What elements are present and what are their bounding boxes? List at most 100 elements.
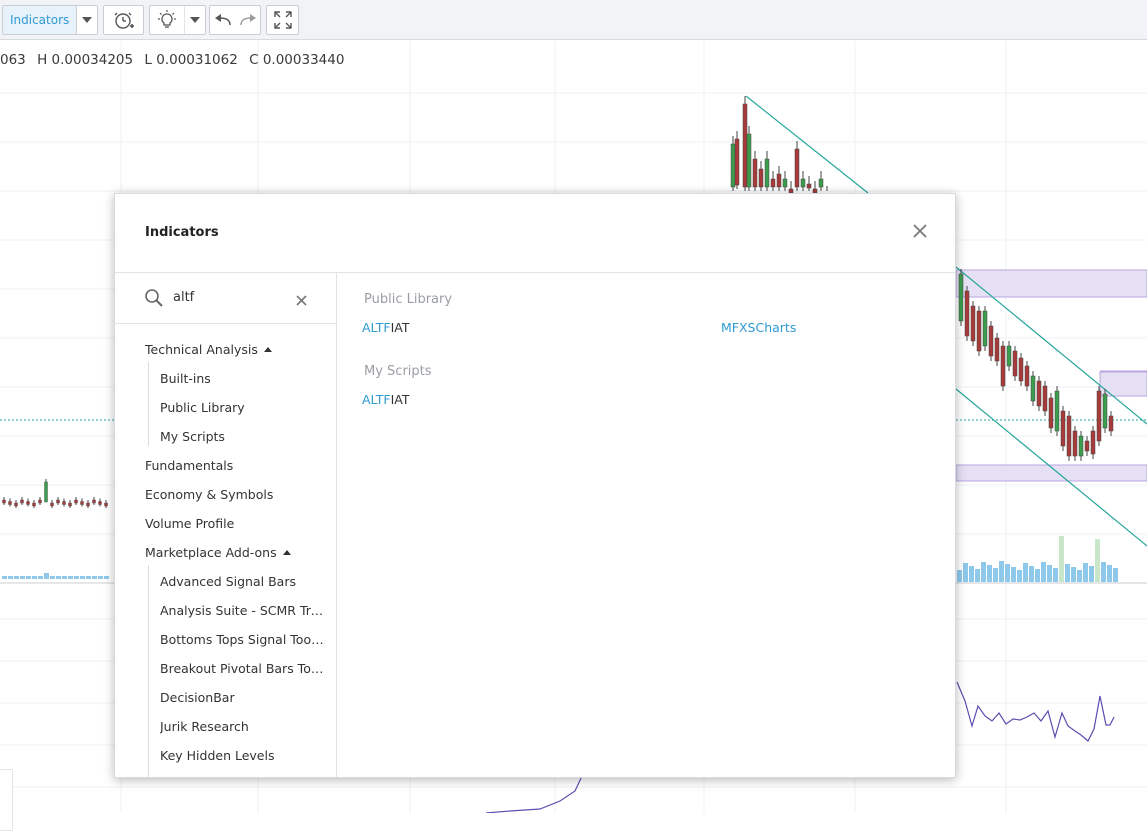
sidebar-item-fundamentals[interactable]: Fundamentals: [145, 456, 233, 476]
close-value: C 0.00033440: [249, 52, 345, 68]
sidebar-item-marketplace[interactable]: Key Hidden Levels: [160, 746, 274, 766]
search-input[interactable]: [173, 287, 283, 307]
fullscreen-icon[interactable]: [266, 5, 299, 35]
volume-bar: [1077, 570, 1082, 582]
candle: [1000, 345, 1006, 387]
volume-bar: [963, 563, 968, 582]
clear-search-icon[interactable]: [296, 291, 307, 310]
lightbulb-button[interactable]: [149, 5, 206, 35]
indicators-button[interactable]: Indicators: [2, 5, 98, 35]
undo-icon[interactable]: [214, 13, 232, 27]
candle: [988, 325, 994, 357]
candle: [818, 178, 824, 188]
volume-bar: [999, 561, 1004, 582]
result-author-link[interactable]: MFXSCharts: [721, 320, 796, 335]
category-sidebar: Technical Analysis Built-ins Public Libr…: [115, 273, 337, 777]
candle: [1084, 440, 1090, 452]
volume-bar: [74, 576, 79, 579]
indicators-dialog: Indicators Technical Analysis Built-ins …: [114, 193, 956, 778]
candle: [56, 499, 60, 504]
candle: [104, 502, 108, 507]
volume-bar: [56, 576, 61, 579]
ohlc-legend: 063 H 0.00034205 L 0.00031062 C 0.000334…: [0, 52, 351, 68]
redo-icon[interactable]: [239, 13, 257, 27]
candle: [764, 158, 770, 188]
result-rest-text: IAT: [390, 320, 410, 335]
sidebar-item-technical-analysis[interactable]: Technical Analysis: [145, 340, 272, 360]
low-value: L 0.00031062: [144, 52, 238, 68]
sidebar-item-marketplace[interactable]: Advanced Signal Bars: [160, 572, 296, 592]
supply-zone: [955, 269, 1147, 298]
submenu-divider: [148, 565, 149, 777]
volume-bar: [993, 568, 998, 582]
sidebar-item-marketplace-addons[interactable]: Marketplace Add-ons: [145, 543, 291, 563]
volume-bar: [1017, 570, 1022, 582]
candle: [1030, 375, 1036, 402]
open-value: 063: [0, 52, 26, 68]
supply-zone: [1099, 371, 1147, 397]
candle: [1078, 435, 1084, 457]
search-icon: [144, 288, 164, 312]
candle: [752, 158, 758, 188]
candle: [2, 499, 6, 504]
sidebar-item-public-library[interactable]: Public Library: [160, 398, 245, 418]
sidebar-item-marketplace[interactable]: Jurik Research: [160, 717, 249, 737]
candle: [74, 499, 78, 504]
volume-bar: [1107, 565, 1112, 582]
volume-bar: [38, 576, 43, 579]
candle: [770, 178, 776, 188]
volume-bar: [80, 576, 85, 579]
chevron-down-icon[interactable]: [77, 6, 97, 34]
alert-clock-plus-icon[interactable]: [103, 5, 144, 35]
chevron-up-icon: [263, 347, 272, 352]
candle: [1012, 350, 1018, 377]
candle: [730, 143, 736, 188]
volume-bar: [1071, 567, 1076, 582]
pane-edge-panel: [0, 769, 13, 831]
volume-bar: [86, 576, 91, 579]
candle: [1042, 385, 1048, 412]
volume-bar: [14, 576, 19, 579]
candle: [742, 103, 748, 188]
candle: [1006, 345, 1012, 367]
candle: [994, 337, 1000, 362]
result-match-text: ALTF: [362, 320, 391, 335]
chevron-down-icon[interactable]: [184, 6, 205, 34]
volume-bar: [1059, 536, 1064, 582]
candle: [806, 183, 812, 189]
oscillator-line: [956, 681, 1115, 742]
candle: [1102, 393, 1108, 429]
sidebar-item-marketplace[interactable]: Bottoms Tops Signal Toolkit: [160, 630, 326, 650]
candle: [758, 168, 764, 188]
sidebar-item-my-scripts[interactable]: My Scripts: [160, 427, 225, 447]
volume-bar: [8, 576, 13, 579]
candle: [38, 499, 42, 504]
sidebar-item-built-ins[interactable]: Built-ins: [160, 369, 211, 389]
volume-bar: [987, 565, 992, 582]
high-value: H 0.00034205: [37, 52, 134, 68]
candle: [1018, 357, 1024, 382]
volume-bar: [92, 576, 97, 579]
sidebar-item-economy-symbols[interactable]: Economy & Symbols: [145, 485, 273, 505]
volume-bar: [104, 576, 109, 579]
lightbulb-icon[interactable]: [150, 10, 184, 30]
result-my-scripts-item[interactable]: ALTFIAT: [362, 392, 410, 407]
volume-bar: [975, 569, 980, 582]
candle: [1054, 390, 1060, 432]
sidebar-item-marketplace[interactable]: DecisionBar: [160, 688, 235, 708]
volume-bar: [1023, 563, 1028, 582]
search-row: [115, 273, 336, 324]
sidebar-item-marketplace[interactable]: Breakout Pivotal Bars Tool...: [160, 659, 326, 679]
result-public-library-item[interactable]: ALTFIAT: [362, 320, 410, 335]
candle: [14, 502, 18, 507]
volume-bar: [1011, 567, 1016, 582]
candle: [1096, 390, 1102, 442]
sidebar-item-marketplace[interactable]: Analysis Suite - SCMR Tre...: [160, 601, 326, 621]
close-icon[interactable]: [911, 222, 929, 240]
volume-bar: [1041, 562, 1046, 582]
candle: [964, 290, 970, 337]
volume-bar: [32, 576, 37, 579]
volume-bar: [20, 576, 25, 579]
indicators-button-label[interactable]: Indicators: [3, 6, 78, 34]
sidebar-item-volume-profile[interactable]: Volume Profile: [145, 514, 234, 534]
